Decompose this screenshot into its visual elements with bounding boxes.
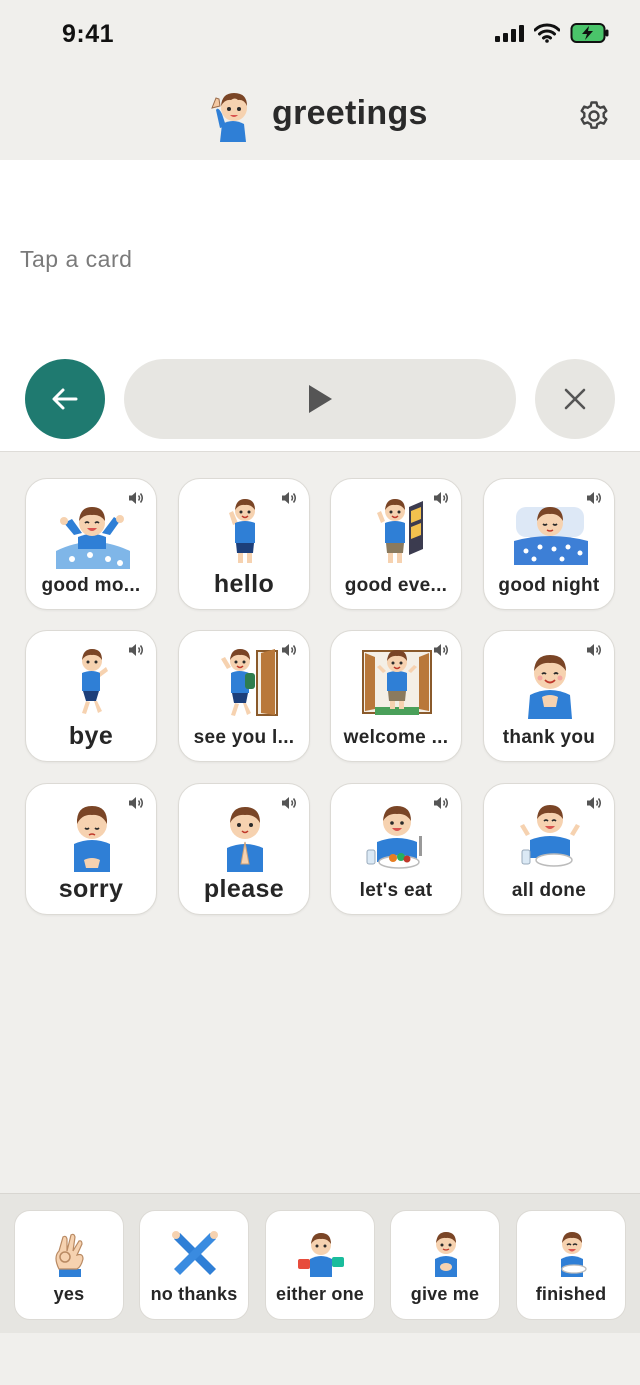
arrow-left-icon bbox=[52, 388, 78, 410]
card-welcome[interactable]: welcome ... bbox=[330, 630, 462, 762]
card-bye[interactable]: bye bbox=[25, 630, 157, 762]
boy-bowing-icon bbox=[74, 806, 110, 872]
settings-button[interactable] bbox=[574, 96, 614, 136]
quick-give-me-button[interactable]: give me bbox=[390, 1210, 500, 1320]
quick-yes-button[interactable]: yes bbox=[14, 1210, 124, 1320]
quick-label: give me bbox=[410, 1284, 480, 1304]
card-sorry[interactable]: sorry bbox=[25, 783, 157, 915]
clear-sentence-button[interactable] bbox=[535, 359, 615, 439]
card-label: welcome ... bbox=[343, 727, 449, 748]
status-time: 9:41 bbox=[62, 20, 115, 48]
boy-leaving-door-icon bbox=[221, 649, 278, 716]
quick-no-thanks-button[interactable]: no thanks bbox=[139, 1210, 249, 1320]
sentence-placeholder: Tap a card bbox=[20, 246, 133, 272]
cellular-signal-icon bbox=[495, 24, 524, 42]
boy-reaching-icon bbox=[435, 1232, 457, 1277]
boy-holding-two-cards-icon bbox=[298, 1233, 344, 1277]
boy-welcome-door-icon bbox=[362, 650, 432, 715]
play-icon bbox=[309, 385, 332, 413]
play-sentence-button[interactable] bbox=[124, 359, 516, 439]
quick-either-one-button[interactable]: either one bbox=[265, 1210, 375, 1320]
quick-label: yes bbox=[53, 1284, 85, 1304]
quick-label: finished bbox=[535, 1284, 607, 1304]
card-label: please bbox=[203, 875, 285, 903]
boy-walking-away-icon bbox=[82, 649, 108, 714]
quick-label: either one bbox=[275, 1284, 365, 1304]
gear-icon bbox=[580, 101, 608, 129]
boy-waking-up-icon bbox=[56, 507, 130, 569]
boy-praying-hands-icon bbox=[227, 807, 263, 872]
ok-hand-icon bbox=[55, 1233, 84, 1277]
card-label: bye bbox=[68, 722, 114, 750]
card-label: sorry bbox=[58, 875, 124, 903]
boy-waving-icon bbox=[229, 499, 255, 563]
card-lets-eat[interactable]: let's eat bbox=[330, 783, 462, 915]
crossed-arms-icon bbox=[172, 1231, 218, 1275]
card-label: good night bbox=[498, 575, 600, 596]
card-see-you-later[interactable]: see you l... bbox=[178, 630, 310, 762]
boy-sleeping-icon bbox=[514, 507, 588, 565]
back-button[interactable] bbox=[25, 359, 105, 439]
wifi-icon bbox=[534, 23, 560, 43]
card-all-done[interactable]: all done bbox=[483, 783, 615, 915]
status-icons bbox=[495, 22, 610, 44]
card-please[interactable]: please bbox=[178, 783, 310, 915]
aac-board-screen: 9:41 greetings Tap a card good mo... hel… bbox=[0, 0, 640, 1385]
quick-label: no thanks bbox=[150, 1284, 238, 1304]
card-label: see you l... bbox=[193, 727, 295, 748]
card-label: all done bbox=[511, 880, 587, 901]
card-label: good mo... bbox=[41, 575, 141, 596]
boy-at-door-evening-icon bbox=[377, 499, 423, 563]
card-thank-you[interactable]: thank you bbox=[483, 630, 615, 762]
quick-finished-button[interactable]: finished bbox=[516, 1210, 626, 1320]
boy-hands-on-chest-icon bbox=[528, 655, 572, 719]
status-bar: 9:41 bbox=[0, 0, 640, 70]
boy-with-empty-plate-icon bbox=[561, 1232, 587, 1277]
close-icon bbox=[564, 388, 586, 410]
card-hello[interactable]: hello bbox=[178, 478, 310, 610]
sentence-strip: Tap a card bbox=[0, 160, 640, 452]
card-label: thank you bbox=[502, 727, 596, 748]
boy-waving-icon bbox=[211, 93, 247, 142]
card-label: hello bbox=[213, 570, 275, 598]
card-good-night[interactable]: good night bbox=[483, 478, 615, 610]
page-title: greetings bbox=[272, 94, 428, 132]
card-good-evening[interactable]: good eve... bbox=[330, 478, 462, 610]
boy-eating-icon bbox=[366, 806, 422, 869]
card-label: good eve... bbox=[344, 575, 448, 596]
header: greetings bbox=[0, 70, 640, 160]
battery-charging-icon bbox=[570, 23, 609, 43]
card-label: let's eat bbox=[359, 880, 433, 901]
boy-finished-meal-icon bbox=[520, 805, 580, 867]
quick-response-bar: yes no thanks either one give me finishe… bbox=[0, 1193, 640, 1333]
card-good-morning[interactable]: good mo... bbox=[25, 478, 157, 610]
